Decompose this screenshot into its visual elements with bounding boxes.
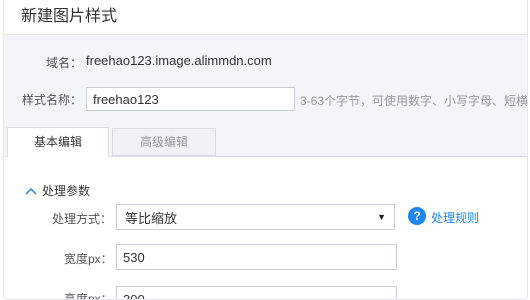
help-icon[interactable]: ?: [408, 207, 426, 225]
chevron-up-icon: [25, 187, 37, 195]
style-name-label: 样式名称：: [22, 93, 83, 107]
tab-advanced-edit[interactable]: 高级编辑: [112, 128, 216, 156]
width-label: 宽度px：: [64, 252, 113, 266]
dialog-title: 新建图片样式: [21, 8, 118, 25]
height-input[interactable]: [116, 286, 397, 299]
width-input[interactable]: [116, 244, 397, 270]
caret-down-icon: ▼: [377, 212, 386, 222]
domain-value: freehao123.image.alimmdn.com: [86, 53, 272, 68]
domain-label: 域名：: [46, 56, 83, 70]
tab-basic-edit[interactable]: 基本编辑: [7, 127, 109, 157]
mode-select-value: 等比缩放: [125, 210, 178, 226]
section-toggle-processing-params[interactable]: 处理参数: [24, 182, 90, 199]
style-name-input[interactable]: [86, 87, 295, 111]
style-name-hint: 3-63个字节，可使用数字、小写字母、短横: [300, 94, 528, 108]
mode-label: 处理方式：: [52, 212, 113, 226]
section-title: 处理参数: [42, 184, 91, 198]
height-label: 高度px：: [64, 292, 113, 300]
mode-select[interactable]: 等比缩放 ▼: [116, 204, 395, 230]
new-image-style-dialog: 新建图片样式 域名： freehao123.image.alimmdn.com …: [3, 0, 528, 300]
processing-rules-link[interactable]: 处理规则: [431, 209, 479, 226]
